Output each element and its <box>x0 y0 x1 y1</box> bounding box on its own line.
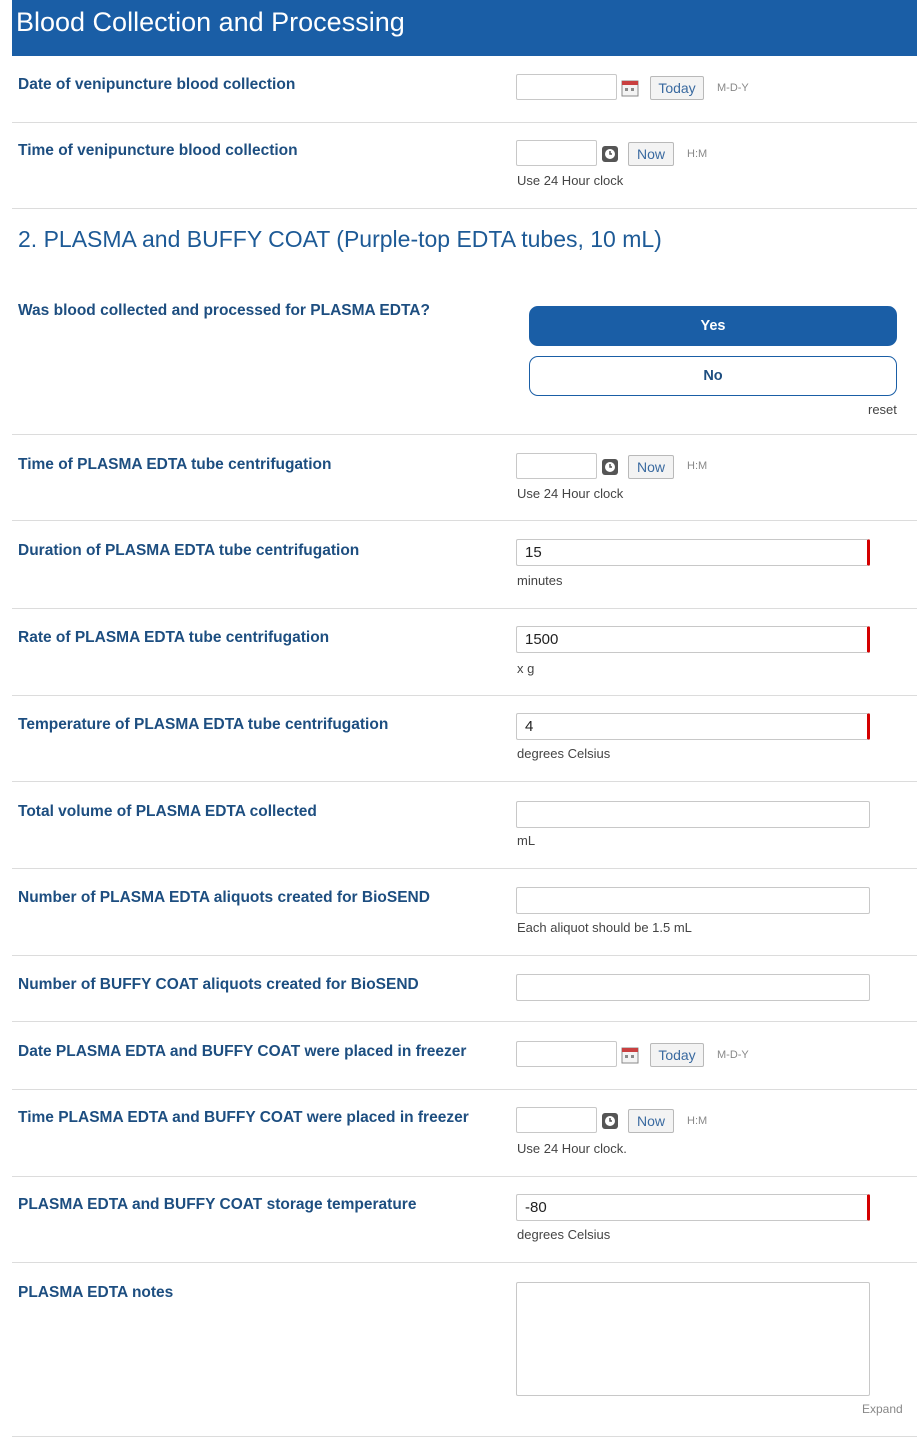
today-button[interactable]: Today <box>650 1043 704 1067</box>
expand-link[interactable]: Expand <box>862 1402 903 1416</box>
collection-date-label: Date of venipuncture blood collection <box>18 76 296 93</box>
centrifuge-temp-input[interactable] <box>516 713 870 740</box>
row-divider <box>12 1176 917 1177</box>
volume-unit: mL <box>517 833 536 848</box>
temp-unit: degrees Celsius <box>517 746 611 761</box>
clock-note: Use 24 Hour clock <box>517 173 624 188</box>
time-format-hint: H:M <box>687 1115 708 1127</box>
row-divider <box>12 608 917 609</box>
clock-icon[interactable] <box>601 1112 619 1130</box>
freezer-date-label: Date PLASMA EDTA and BUFFY COAT were pla… <box>18 1043 467 1060</box>
row-divider <box>12 434 917 435</box>
aliquot-note: Each aliquot should be 1.5 mL <box>517 920 692 935</box>
plasma-volume-input[interactable] <box>516 801 870 828</box>
reset-link[interactable]: reset <box>868 402 897 417</box>
centrifuge-rate-input[interactable] <box>516 626 870 653</box>
now-button[interactable]: Now <box>628 142 674 166</box>
clock-note: Use 24 Hour clock. <box>517 1141 627 1156</box>
row-divider <box>12 122 917 123</box>
rate-unit: x g <box>517 661 535 676</box>
date-format-hint: M-D-Y <box>717 1049 749 1061</box>
section-title: 2. PLASMA and BUFFY COAT (Purple-top EDT… <box>18 226 662 252</box>
centrifuge-rate-label: Rate of PLASMA EDTA tube centrifugation <box>18 629 330 646</box>
buffy-aliquots-label: Number of BUFFY COAT aliquots created fo… <box>18 976 419 993</box>
clock-note: Use 24 Hour clock <box>517 486 624 501</box>
storage-temp-input[interactable] <box>516 1194 870 1221</box>
clock-icon[interactable] <box>601 458 619 476</box>
row-divider <box>12 1262 917 1263</box>
buffy-aliquots-input[interactable] <box>516 974 870 1001</box>
centrifuge-duration-input[interactable] <box>516 539 870 566</box>
row-divider <box>12 520 917 521</box>
now-button[interactable]: Now <box>628 455 674 479</box>
notes-textarea[interactable] <box>516 1282 870 1396</box>
form-title: Blood Collection and Processing <box>16 7 405 37</box>
centrifuge-time-input[interactable] <box>516 453 597 479</box>
calendar-icon[interactable] <box>621 1046 639 1064</box>
collection-date-input[interactable] <box>516 74 617 100</box>
no-option[interactable]: No <box>529 356 897 396</box>
row-divider <box>12 955 917 956</box>
centrifuge-temp-label: Temperature of PLASMA EDTA tube centrifu… <box>18 716 389 733</box>
row-divider <box>12 695 917 696</box>
freezer-time-label: Time PLASMA EDTA and BUFFY COAT were pla… <box>18 1109 469 1126</box>
yes-option[interactable]: Yes <box>529 306 897 346</box>
collection-time-input[interactable] <box>516 140 597 166</box>
duration-unit: minutes <box>517 573 563 588</box>
storage-temp-label: PLASMA EDTA and BUFFY COAT storage tempe… <box>18 1196 417 1213</box>
date-format-hint: M-D-Y <box>717 82 749 94</box>
plasma-volume-label: Total volume of PLASMA EDTA collected <box>18 803 317 820</box>
plasma-aliquots-label: Number of PLASMA EDTA aliquots created f… <box>18 889 430 906</box>
processed-label: Was blood collected and processed for PL… <box>18 302 430 319</box>
freezer-date-input[interactable] <box>516 1041 617 1067</box>
row-divider <box>12 1436 917 1437</box>
freezer-time-input[interactable] <box>516 1107 597 1133</box>
storage-temp-unit: degrees Celsius <box>517 1227 611 1242</box>
clock-icon[interactable] <box>601 145 619 163</box>
row-divider <box>12 1021 917 1022</box>
centrifuge-duration-label: Duration of PLASMA EDTA tube centrifugat… <box>18 542 360 559</box>
form-header: Blood Collection and Processing <box>12 0 917 56</box>
today-button[interactable]: Today <box>650 76 704 100</box>
collection-time-label: Time of venipuncture blood collection <box>18 142 298 159</box>
notes-label: PLASMA EDTA notes <box>18 1284 174 1301</box>
plasma-aliquots-input[interactable] <box>516 887 870 914</box>
calendar-icon[interactable] <box>621 79 639 97</box>
row-divider <box>12 868 917 869</box>
time-format-hint: H:M <box>687 148 708 160</box>
row-divider <box>12 781 917 782</box>
row-divider <box>12 1089 917 1090</box>
now-button[interactable]: Now <box>628 1109 674 1133</box>
row-divider <box>12 208 917 209</box>
time-format-hint: H:M <box>687 460 708 472</box>
centrifuge-time-label: Time of PLASMA EDTA tube centrifugation <box>18 456 332 473</box>
